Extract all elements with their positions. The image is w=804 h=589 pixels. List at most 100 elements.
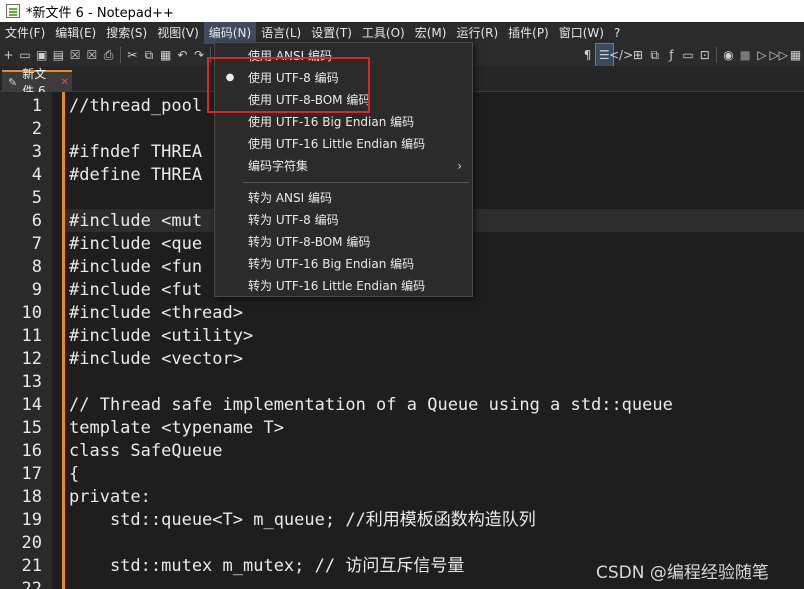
code-text: #include <vector> <box>69 349 243 369</box>
line-number: 5 <box>31 188 42 208</box>
record-macro-icon[interactable]: ◉ <box>720 44 737 66</box>
doc-list-icon[interactable]: ⧉ <box>646 44 663 66</box>
code-text: // Thread safe implementation of a Queue… <box>69 395 673 415</box>
menu-item[interactable]: 窗口(W) <box>554 22 609 44</box>
code-line[interactable]: 10 #include <thread> <box>0 302 804 325</box>
menu-item[interactable]: 宏(M) <box>410 22 452 44</box>
menu-item-convert-encoding[interactable]: 转为 UTF-16 Big Endian 编码 <box>215 253 472 275</box>
new-file-icon[interactable]: + <box>0 44 17 66</box>
play-macro-icon[interactable]: ▷ <box>753 44 770 66</box>
code-line[interactable]: 20 <box>0 532 804 555</box>
monitor-icon[interactable]: ▭ <box>680 44 697 66</box>
show-all-chars-icon[interactable]: ¶ <box>579 44 596 66</box>
code-text: //thread_pool <box>69 96 203 116</box>
notepad-app-icon <box>6 4 20 18</box>
code-line[interactable]: 14 // Thread safe implementation of a Que… <box>0 394 804 417</box>
folder-workspace-icon[interactable]: ⊡ <box>696 44 713 66</box>
save-all-icon[interactable]: ▤ <box>50 44 67 66</box>
code-text: #include <mut <box>69 211 203 231</box>
line-number: 8 <box>31 257 42 277</box>
code-text: template <typename T> <box>69 418 284 438</box>
save-macro-icon[interactable]: ▦ <box>787 44 804 66</box>
menu-item[interactable]: 语言(L) <box>256 22 306 44</box>
menu-item-label: 转为 UTF-8-BOM 编码 <box>248 235 371 249</box>
cut-icon[interactable]: ✂ <box>124 44 141 66</box>
code-line[interactable]: 13 <box>0 371 804 394</box>
code-text: #include <utility> <box>69 326 254 346</box>
menu-item-convert-encoding[interactable]: 转为 UTF-16 Little Endian 编码 <box>215 275 472 297</box>
menu-item[interactable]: 视图(V) <box>152 22 204 44</box>
menu-item-use-encoding[interactable]: 使用 UTF-16 Little Endian 编码 <box>215 133 472 155</box>
stop-macro-icon[interactable]: ■ <box>737 44 754 66</box>
menu-item[interactable]: 工具(O) <box>357 22 410 44</box>
code-line[interactable]: 19 std::queue<T> m_queue; //利用模板函数构造队列 <box>0 509 804 532</box>
menu-item[interactable]: 设置(T) <box>306 22 357 44</box>
menu-item-label: 转为 UTF-16 Big Endian 编码 <box>248 257 415 271</box>
menu-item[interactable]: 文件(F) <box>0 22 50 44</box>
code-text: { <box>69 464 80 484</box>
menu-item-label: 使用 UTF-16 Big Endian 编码 <box>248 115 415 129</box>
code-line[interactable]: 17 { <box>0 463 804 486</box>
menu-item[interactable]: 编辑(E) <box>50 22 101 44</box>
code-text: std::mutex m_mutex; // 访问互斥信号量 <box>69 556 465 576</box>
print-icon[interactable]: ⎙ <box>100 44 117 66</box>
menu-item[interactable]: ? <box>609 22 625 44</box>
redo-icon[interactable]: ↷ <box>191 44 208 66</box>
code-line[interactable]: 12 #include <vector> <box>0 348 804 371</box>
menu-item-convert-encoding[interactable]: 转为 UTF-8 编码 <box>215 209 472 231</box>
save-icon[interactable]: ▣ <box>33 44 50 66</box>
open-folder-icon[interactable]: ▭ <box>17 44 34 66</box>
menu-item[interactable]: 搜索(S) <box>101 22 152 44</box>
code-line[interactable]: 18 private: <box>0 486 804 509</box>
code-text: #include <fun <box>69 257 203 277</box>
menu-item-convert-encoding[interactable]: 转为 ANSI 编码 <box>215 187 472 209</box>
menu-item-charset[interactable]: 编码字符集 › <box>215 155 472 177</box>
line-number: 6 <box>31 211 42 231</box>
xml-tag-icon[interactable]: </> <box>609 44 633 66</box>
window-title: *新文件 6 - Notepad++ <box>26 5 174 21</box>
close-icon[interactable]: ☒ <box>67 44 84 66</box>
undo-icon[interactable]: ↶ <box>174 44 191 66</box>
tab-close-icon[interactable]: ✕ <box>61 77 69 88</box>
line-number: 12 <box>21 349 42 369</box>
highlight-annotation-box <box>207 57 370 113</box>
code-text: #include <fut <box>69 280 203 300</box>
line-number: 9 <box>31 280 42 300</box>
line-number: 13 <box>21 372 42 392</box>
line-number: 1 <box>31 96 42 116</box>
line-number: 14 <box>21 395 42 415</box>
menu-item-use-encoding[interactable]: 使用 UTF-16 Big Endian 编码 <box>215 111 472 133</box>
line-number: 2 <box>31 119 42 139</box>
menu-item[interactable]: 插件(P) <box>503 22 554 44</box>
submenu-arrow-icon: › <box>457 159 462 173</box>
code-line[interactable]: 11 #include <utility> <box>0 325 804 348</box>
line-number: 19 <box>21 510 42 530</box>
menu-bar: 文件(F) 编辑(E) 搜索(S) 视图(V) 编码(N) 语言(L) 设置(T) 工具(O)… <box>0 22 804 44</box>
tab-new-file-6[interactable]: ✎ 新文件 6 ✕ <box>2 67 72 98</box>
code-line[interactable]: 15 template <typename T> <box>0 417 804 440</box>
function-list-icon[interactable]: ƒ <box>663 44 680 66</box>
close-all-icon[interactable]: ☒ <box>84 44 101 66</box>
menu-separator <box>243 182 469 183</box>
line-number: 4 <box>31 165 42 185</box>
copy-icon[interactable]: ⧉ <box>141 44 158 66</box>
menu-item-label: 使用 UTF-16 Little Endian 编码 <box>248 137 426 151</box>
menu-item-convert-encoding[interactable]: 转为 UTF-8-BOM 编码 <box>215 231 472 253</box>
document-map-icon[interactable]: ⊞ <box>630 44 647 66</box>
menu-item[interactable]: 运行(R) <box>451 22 503 44</box>
code-text: #include <que <box>69 234 203 254</box>
line-number: 10 <box>21 303 42 323</box>
pencil-icon: ✎ <box>8 75 18 89</box>
menu-item-label: 转为 UTF-8 编码 <box>248 213 339 227</box>
menu-item[interactable]: 编码(N) <box>203 22 257 44</box>
paste-icon[interactable]: ▦ <box>157 44 174 66</box>
line-number: 11 <box>21 326 42 346</box>
play-multiple-icon[interactable]: ▷▷ <box>769 44 787 66</box>
code-line[interactable]: 16 class SafeQueue <box>0 440 804 463</box>
line-number: 18 <box>21 487 42 507</box>
